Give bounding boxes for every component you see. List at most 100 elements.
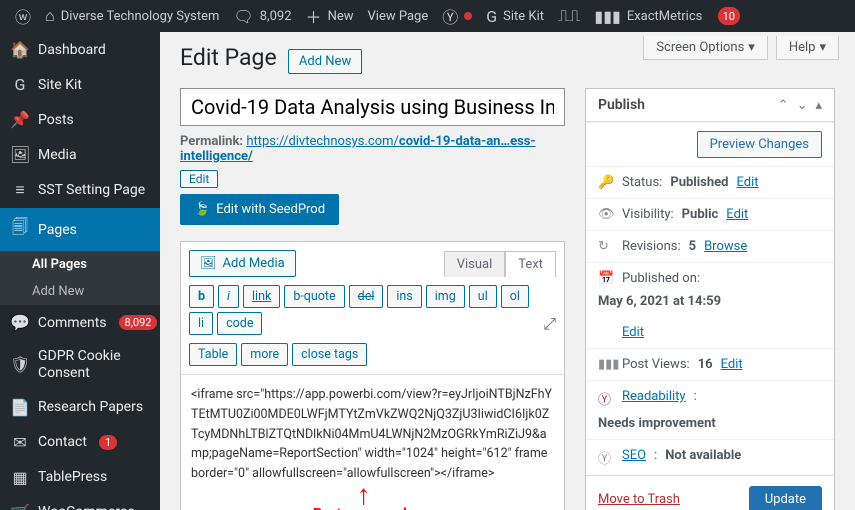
revisions-icon: ↻ — [598, 239, 614, 254]
sidebar-item-sst[interactable]: ≡SST Setting Page — [0, 172, 160, 208]
comment-icon: 💬 — [10, 313, 30, 332]
sidebar-item-pages[interactable]: 🗐Pages — [0, 208, 160, 251]
qt-close[interactable]: close tags — [292, 343, 367, 366]
publish-box: Publish ⌃ ⌄ ▴ Preview Changes 🔑 Status: — [585, 88, 835, 510]
sidebar-item-research[interactable]: 📄Research Papers — [0, 390, 160, 425]
qt-table[interactable]: Table — [189, 343, 237, 366]
readability-link[interactable]: Readability — [622, 389, 686, 404]
editor-tab-visual[interactable]: Visual — [444, 251, 506, 277]
qt-del[interactable]: del — [349, 285, 384, 308]
sparkline-icon: ⎍⎍ — [558, 6, 580, 26]
table-icon: ▦ — [10, 468, 30, 487]
add-new-button[interactable]: Add New — [288, 49, 362, 74]
browse-revisions-link[interactable]: Browse — [704, 239, 747, 254]
edit-visibility-link[interactable]: Edit — [726, 207, 748, 222]
permalink-row: Permalink: https://divtechnosys.com/covi… — [180, 134, 565, 164]
sidebar-sub-all-pages[interactable]: All Pages — [0, 251, 160, 278]
qt-ol[interactable]: ol — [501, 285, 529, 308]
shield-icon: 🛡 — [10, 355, 30, 374]
new-content-link[interactable]: ＋New — [299, 0, 361, 32]
google-icon: G — [10, 75, 30, 94]
qt-italic[interactable]: i — [218, 285, 239, 308]
edit-views-link[interactable]: Edit — [721, 357, 743, 372]
sidebar-item-contact[interactable]: ✉Contact1 — [0, 425, 160, 460]
sidebar-item-tablepress[interactable]: ▦TablePress — [0, 460, 160, 495]
exactmetrics-link[interactable]: ▮▮▮ExactMetrics 10 — [587, 0, 747, 32]
qt-code[interactable]: code — [217, 312, 262, 335]
plus-icon: ＋ — [306, 4, 322, 28]
publish-title: Publish — [598, 97, 645, 113]
preview-changes-button[interactable]: Preview Changes — [697, 131, 822, 158]
yoast-link[interactable]: Ⓨ — [435, 0, 479, 32]
move-up-icon[interactable]: ⌃ — [778, 98, 789, 113]
bar-chart-icon: ▮▮▮ — [598, 357, 614, 372]
help-button[interactable]: Help ▾ — [776, 36, 839, 60]
yoast-icon: Ⓨ — [598, 389, 614, 408]
sidebar-item-media[interactable]: 🖼Media — [0, 137, 160, 172]
fullscreen-button[interactable]: ⤢ — [543, 314, 556, 334]
woo-icon: 🛒 — [10, 503, 30, 510]
edit-status-link[interactable]: Edit — [736, 175, 758, 190]
key-icon: 🔑 — [598, 175, 614, 190]
comments-link[interactable]: 🗨 8,092 — [226, 0, 298, 32]
sitekit-link[interactable]: GSite Kit — [479, 0, 551, 32]
qt-ins[interactable]: ins — [387, 285, 421, 308]
sidebar-sub-add-new[interactable]: Add New — [0, 278, 160, 305]
post-title-input[interactable] — [180, 88, 565, 126]
calendar-icon: 📅 — [598, 271, 614, 286]
qt-more[interactable]: more — [241, 343, 288, 366]
quicktags-toolbar: b i link b-quote del ins img ul ol li co… — [181, 277, 564, 375]
qt-ul[interactable]: ul — [469, 285, 497, 308]
sidebar-item-dashboard[interactable]: 🏠Dashboard — [0, 32, 160, 67]
edit-with-seedprod-button[interactable]: 🍃Edit with SeedProd — [180, 194, 339, 225]
sidebar-submenu-pages: All Pages Add New — [0, 251, 160, 305]
view-page-link[interactable]: View Page — [361, 0, 436, 32]
update-button[interactable]: Update — [749, 486, 822, 510]
seo-link[interactable]: SEO — [622, 448, 646, 463]
dashboard-icon: 🏠 — [10, 40, 30, 59]
move-down-icon[interactable]: ⌄ — [797, 98, 808, 113]
sidebar-item-gdpr[interactable]: 🛡GDPR Cookie Consent — [0, 340, 160, 390]
comments-count: 8,092 — [260, 9, 292, 24]
qt-bquote[interactable]: b-quote — [284, 285, 344, 308]
arrow-up-icon: ↑ — [313, 487, 414, 504]
qt-bold[interactable]: b — [189, 285, 214, 308]
edit-date-link[interactable]: Edit — [622, 325, 644, 340]
contact-badge: 1 — [99, 435, 117, 450]
move-to-trash-link[interactable]: Move to Trash — [598, 492, 680, 507]
admin-bar: ⓦ ⌂ Diverse Technology System 🗨 8,092 ＋New… — [0, 0, 855, 32]
exactmetrics-count: 10 — [718, 7, 740, 25]
sidebar-item-sitekit[interactable]: GSite Kit — [0, 67, 160, 102]
seedprod-icon: 🍃 — [194, 202, 210, 217]
yoast-badge — [464, 12, 472, 20]
editor-textarea[interactable]: <iframe src="https://app.powerbi.com/vie… — [181, 375, 564, 510]
list-icon: ≡ — [10, 180, 30, 200]
yoast-icon: Ⓨ — [598, 448, 614, 467]
eye-icon: 👁 — [598, 207, 614, 222]
screen-options-button[interactable]: Screen Options ▾ — [643, 36, 768, 60]
screen-meta-links: Screen Options ▾ Help ▾ — [643, 36, 839, 60]
editor-tab-text[interactable]: Text — [505, 251, 556, 277]
qt-li[interactable]: li — [189, 312, 213, 335]
add-media-button[interactable]: 🖼Add Media — [189, 250, 296, 277]
home-icon: ⌂ — [45, 6, 55, 26]
qt-img[interactable]: img — [426, 285, 465, 308]
edit-permalink-button[interactable]: Edit — [180, 170, 218, 188]
site-name-link[interactable]: ⌂ Diverse Technology System — [38, 0, 226, 32]
sidebar-item-woocommerce[interactable]: 🛒WooCommerce — [0, 495, 160, 510]
toggle-panel-icon[interactable]: ▴ — [815, 98, 822, 113]
site-name: Diverse Technology System — [61, 9, 220, 24]
comment-icon: 🗨 — [233, 7, 253, 26]
pin-icon: 📌 — [10, 110, 30, 129]
document-icon: 📄 — [10, 398, 30, 417]
media-icon: 🖼 — [10, 145, 30, 164]
wp-logo[interactable]: ⓦ — [8, 0, 38, 32]
mail-icon: ✉ — [10, 433, 30, 452]
sidebar-item-comments[interactable]: 💬Comments8,092 — [0, 305, 160, 340]
sidebar-item-posts[interactable]: 📌Posts — [0, 102, 160, 137]
media-icon: 🖼 — [200, 256, 217, 271]
bar-chart-icon: ▮▮▮ — [594, 7, 620, 26]
stats-link[interactable]: ⎍⎍ — [551, 0, 587, 32]
comments-badge: 8,092 — [119, 315, 158, 330]
qt-link[interactable]: link — [243, 285, 280, 308]
